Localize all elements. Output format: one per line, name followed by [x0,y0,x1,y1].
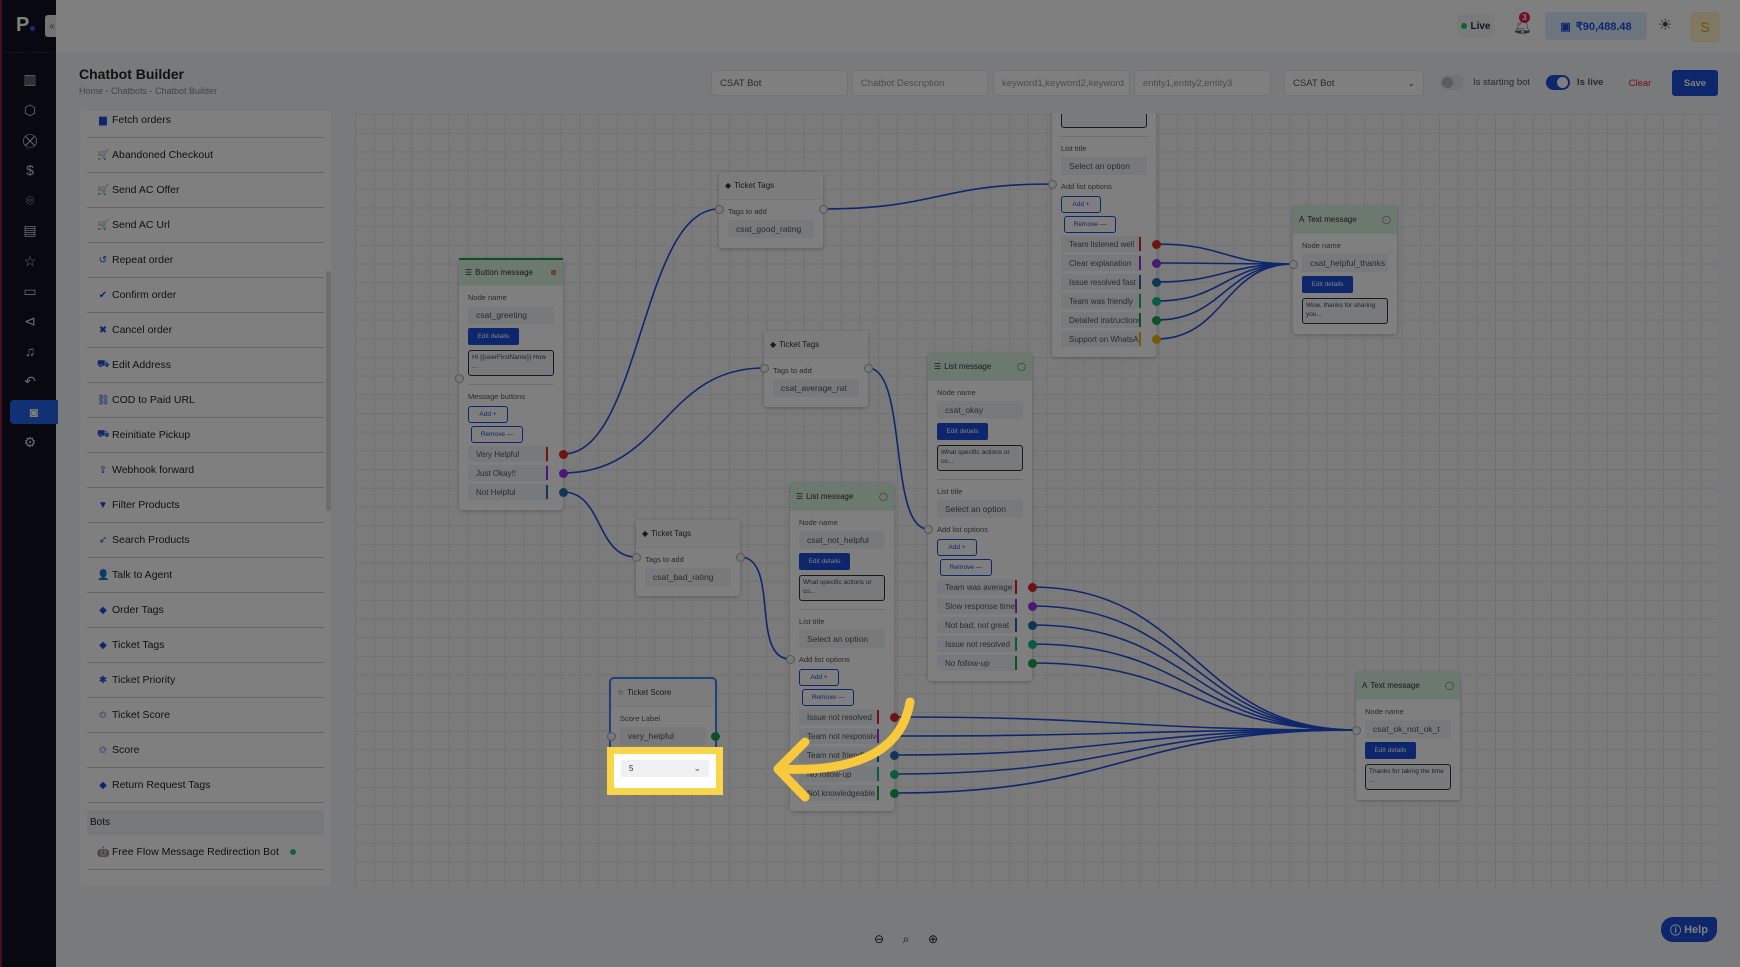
score-select[interactable]: 5 ⌄ [621,760,709,777]
set-score-highlight: 5 ⌄ [607,747,723,795]
chevron-down-icon: ⌄ [693,763,701,773]
dim-overlay [0,0,1740,967]
